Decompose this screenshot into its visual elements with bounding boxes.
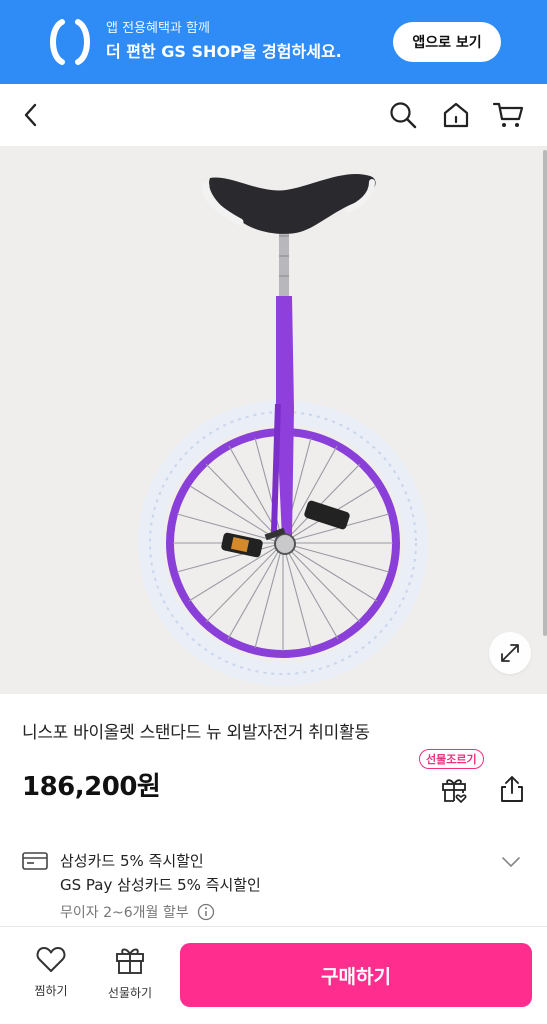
gift-request-button[interactable]: [437, 772, 471, 806]
heart-icon: [36, 947, 66, 972]
info-icon[interactable]: [197, 903, 215, 921]
gift-button[interactable]: 선물하기: [98, 944, 162, 1001]
gspay-discount-text: GS Pay 삼성카드 5% 즉시할인: [60, 876, 261, 894]
unicycle-image: [138, 173, 428, 686]
installment-info: 무이자 2~6개월 할부: [60, 902, 215, 922]
back-icon[interactable]: [14, 98, 48, 132]
open-app-button[interactable]: 앱으로 보기: [393, 22, 501, 62]
gift-label: 선물하기: [107, 986, 153, 1000]
home-icon[interactable]: [439, 98, 473, 132]
buy-button[interactable]: 구매하기: [180, 943, 532, 1007]
search-icon[interactable]: [386, 98, 420, 132]
gs-shop-logo-icon: [50, 19, 90, 65]
product-price: 186,200원: [22, 772, 161, 802]
installment-text: 무이자 2~6개월 할부: [60, 905, 189, 921]
app-download-banner[interactable]: 앱 전용혜택과 함께 더 편한 GS SHOP을 경험하세요. 앱으로 보기: [0, 0, 547, 84]
banner-text: 앱 전용혜택과 함께 더 편한 GS SHOP을 경험하세요.: [106, 20, 342, 64]
top-navigation: [0, 84, 547, 146]
product-image[interactable]: [0, 146, 547, 694]
wishlist-label: 찜하기: [34, 984, 68, 998]
gift-request-badge[interactable]: 선물조르기: [419, 749, 484, 769]
expand-icon: [501, 644, 519, 662]
scrollbar[interactable]: [543, 150, 547, 636]
expand-image-button[interactable]: [489, 632, 531, 674]
product-title: 니스포 바이올렛 스탠다드 뉴 외발자전거 취미활동: [22, 723, 370, 743]
share-button[interactable]: [496, 772, 528, 806]
banner-title: 더 편한 GS SHOP을 경험하세요.: [106, 42, 342, 61]
gift-heart-icon: [442, 779, 467, 804]
gift-icon: [116, 948, 144, 974]
card-discount-text: 삼성카드 5% 즉시할인: [60, 852, 204, 870]
credit-card-icon: [22, 852, 48, 870]
chevron-down-icon[interactable]: [500, 854, 522, 870]
share-icon: [501, 776, 523, 802]
banner-subtitle: 앱 전용혜택과 함께: [106, 21, 210, 36]
wishlist-button[interactable]: 찜하기: [19, 944, 83, 999]
cart-icon[interactable]: [491, 98, 525, 132]
